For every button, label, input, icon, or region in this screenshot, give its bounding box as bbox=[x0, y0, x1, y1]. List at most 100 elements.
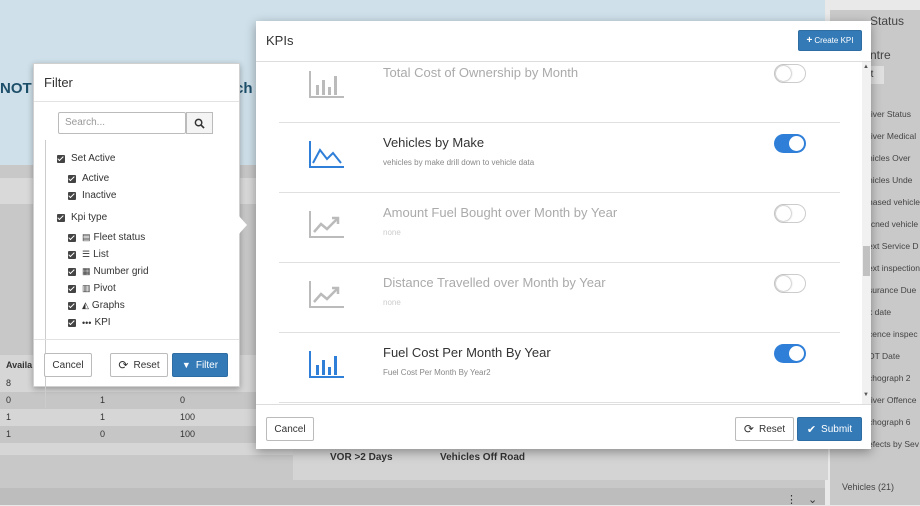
table-cell: 8 bbox=[6, 378, 12, 388]
bar-chart-icon bbox=[307, 67, 347, 101]
filter-tree-label: Active bbox=[82, 173, 110, 184]
right-panel-item[interactable]: river Medical bbox=[868, 131, 916, 141]
filter-tree-item[interactable]: Inactive bbox=[68, 190, 116, 201]
kpi-row: Vehicles by Make vehicles by make drill d… bbox=[279, 123, 840, 193]
line-chart-icon bbox=[307, 277, 347, 311]
checkbox[interactable] bbox=[57, 213, 65, 222]
right-panel-item[interactable]: surance Due bbox=[868, 285, 916, 295]
table-cell: 1 bbox=[6, 412, 12, 422]
submit-label: Submit bbox=[821, 423, 853, 435]
kpi-description: none bbox=[383, 228, 401, 237]
cancel-label: Cancel bbox=[52, 359, 84, 371]
scrollbar-track[interactable] bbox=[862, 62, 871, 404]
right-panel-item[interactable]: river Status bbox=[868, 109, 911, 119]
checkbox[interactable] bbox=[57, 154, 65, 163]
filter-tree-label: KPI bbox=[94, 317, 111, 328]
checkbox[interactable] bbox=[68, 250, 76, 259]
filter-label: Filter bbox=[195, 359, 219, 371]
divider bbox=[34, 101, 239, 102]
kpi-reset-button[interactable]: ⟳ Reset bbox=[735, 417, 794, 441]
table-cell: 1 bbox=[100, 412, 106, 422]
kpi-name: Amount Fuel Bought over Month by Year bbox=[383, 205, 618, 220]
filter-tree-item[interactable]: Kpi type bbox=[57, 212, 107, 223]
kpi-row: Amount Fuel Bought over Month by Year non… bbox=[279, 193, 840, 263]
kpi-list: Total Cost of Ownership by Month Vehicles… bbox=[256, 62, 863, 404]
kpi-modal: KPIs + Create KPI Total Cost of Ownership… bbox=[256, 21, 871, 449]
scroll-up-icon[interactable]: ▲ bbox=[863, 64, 869, 70]
filter-reset-button[interactable]: ⟳ Reset bbox=[110, 353, 168, 377]
more-options-icon[interactable]: ⋮ ⌄ bbox=[786, 493, 821, 506]
filter-tree-label: List bbox=[93, 249, 109, 260]
checkbox[interactable] bbox=[68, 301, 76, 310]
filter-tree-item[interactable]: ▤ Fleet status bbox=[68, 232, 145, 243]
kpi-enable-toggle[interactable] bbox=[774, 204, 806, 223]
reset-label: Reset bbox=[758, 423, 786, 435]
kpi-description: Fuel Cost Per Month By Year2 bbox=[383, 368, 491, 377]
checkbox[interactable] bbox=[68, 233, 76, 242]
plus-icon: + bbox=[806, 35, 813, 46]
table-cell: 100 bbox=[180, 412, 196, 422]
divider bbox=[34, 339, 239, 340]
refresh-icon: ⟳ bbox=[118, 358, 129, 372]
filter-tree-item[interactable]: Active bbox=[68, 173, 109, 184]
scroll-down-icon[interactable]: ▼ bbox=[863, 392, 869, 398]
right-panel-item[interactable]: OT Date bbox=[868, 351, 900, 361]
reset-label: Reset bbox=[133, 359, 160, 371]
kpi-enable-toggle[interactable] bbox=[774, 64, 806, 83]
checkbox[interactable] bbox=[68, 267, 76, 276]
filter-cancel-button[interactable]: Cancel bbox=[44, 353, 92, 377]
filter-tree-item[interactable]: ☰ List bbox=[68, 249, 109, 260]
right-panel-item[interactable]: x date bbox=[868, 307, 891, 317]
right-panel-item[interactable]: river Offence bbox=[868, 395, 917, 405]
right-panel-item[interactable]: ext inspection bbox=[868, 263, 920, 273]
filter-tree-item[interactable]: ▥ Pivot bbox=[68, 283, 116, 294]
kpi-row: Distance Travelled over Month by Year non… bbox=[279, 263, 840, 333]
bar-chart-icon bbox=[307, 347, 347, 381]
checkbox[interactable] bbox=[68, 191, 76, 200]
kpi-enable-toggle[interactable] bbox=[774, 274, 806, 293]
kpi-cancel-button[interactable]: Cancel bbox=[266, 417, 314, 441]
right-panel-item[interactable]: hicles Over bbox=[868, 153, 911, 163]
right-panel-item[interactable]: chograph 6 bbox=[868, 417, 911, 427]
filter-tree-label: Fleet status bbox=[93, 232, 146, 243]
filter-tree-label: Number grid bbox=[93, 266, 149, 277]
background-banner-text: NOT bbox=[0, 80, 32, 97]
kpi-enable-toggle[interactable] bbox=[774, 344, 806, 363]
area-chart-icon bbox=[307, 137, 347, 171]
filter-apply-button[interactable]: ▼ Filter bbox=[172, 353, 228, 377]
filter-panel: Filter Search... Cancel ⟳ Reset ▼ Filter S… bbox=[33, 63, 240, 408]
filter-tree-label: Pivot bbox=[93, 283, 116, 294]
kpi-enable-toggle[interactable] bbox=[774, 134, 806, 153]
filter-tree-item[interactable]: ◭ Graphs bbox=[68, 300, 125, 311]
right-panel-item[interactable]: ext Service D bbox=[868, 241, 919, 251]
right-panel-item[interactable]: chograph 2 bbox=[868, 373, 911, 383]
checkbox[interactable] bbox=[68, 318, 76, 327]
right-panel-item[interactable]: efects by Sev bbox=[868, 439, 919, 449]
checkbox[interactable] bbox=[68, 284, 76, 293]
search-button[interactable] bbox=[186, 112, 213, 134]
table-cell: 100 bbox=[180, 429, 196, 439]
search-icon bbox=[194, 118, 205, 129]
table-header: Availa bbox=[6, 360, 33, 370]
create-kpi-button[interactable]: + Create KPI bbox=[798, 30, 862, 51]
scrollbar-thumb[interactable] bbox=[863, 246, 870, 276]
kpi-name: Fuel Cost Per Month By Year bbox=[383, 345, 551, 360]
divider bbox=[256, 404, 871, 405]
kpi-description: vehicles by make drill down to vehicle d… bbox=[383, 158, 535, 167]
kpi-submit-button[interactable]: ✔ Submit bbox=[797, 417, 862, 441]
right-panel-item[interactable]: rcned vehicle bbox=[868, 219, 918, 229]
filter-tree-item[interactable]: Set Active bbox=[57, 153, 115, 164]
right-panel-item[interactable]: cence inspec bbox=[868, 329, 918, 339]
right-panel-item[interactable]: hased vehicle bbox=[868, 197, 920, 207]
list-alt-icon: ▤ bbox=[82, 232, 91, 242]
filter-search-input[interactable]: Search... bbox=[58, 112, 186, 134]
checkbox[interactable] bbox=[68, 174, 76, 183]
right-panel-title: Status bbox=[870, 14, 905, 28]
filter-tree-item[interactable]: ••• KPI bbox=[68, 317, 111, 328]
right-panel-item[interactable]: hicles Unde bbox=[868, 175, 912, 185]
filter-tree-item[interactable]: ▦ Number grid bbox=[68, 266, 149, 277]
line-chart-icon bbox=[307, 207, 347, 241]
cancel-label: Cancel bbox=[274, 423, 306, 435]
refresh-icon: ⟳ bbox=[743, 422, 754, 436]
kpi-modal-title: KPIs bbox=[266, 33, 294, 48]
